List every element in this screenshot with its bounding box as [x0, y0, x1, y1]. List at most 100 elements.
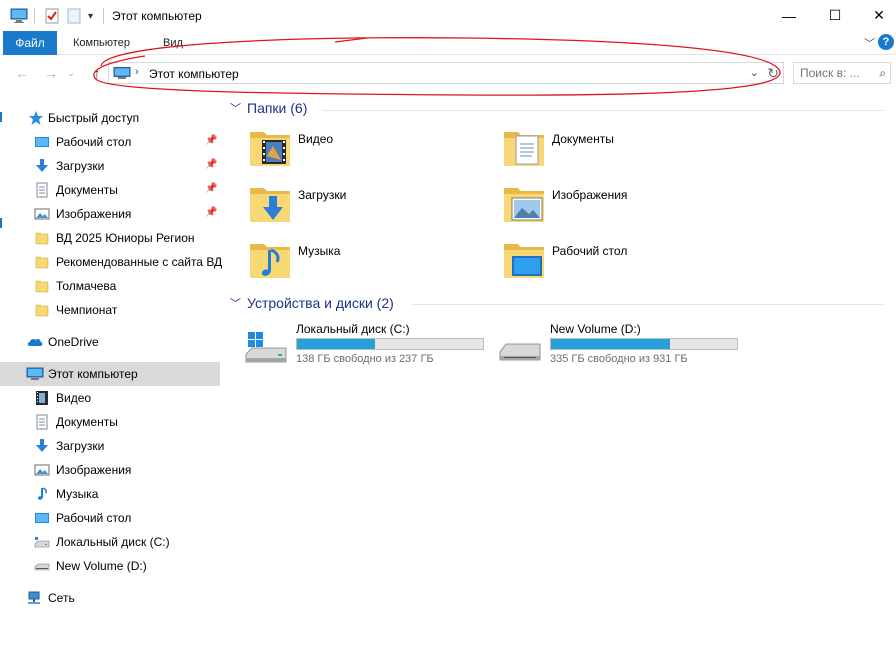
sidebar-item-music[interactable]: Музыка — [0, 482, 220, 506]
tab-view[interactable]: Вид — [163, 31, 183, 55]
video-folder-icon — [250, 132, 290, 166]
pin-icon[interactable]: 📌 — [205, 159, 217, 170]
title-bar: ▾ Этот компьютер — ☐ ✕ — [0, 0, 896, 31]
downloads-icon — [34, 158, 50, 174]
breadcrumb-arrow-icon[interactable]: › — [135, 66, 139, 78]
maximize-button[interactable]: ☐ — [812, 0, 858, 31]
sidebar-item-drive-d[interactable]: New Volume (D:) — [0, 554, 220, 578]
sidebar-item-this-pc[interactable]: Этот компьютер — [0, 362, 220, 386]
drive-c[interactable]: Локальный диск (C:) 138 ГБ свободно из 2… — [244, 322, 494, 370]
desktop-folder-icon — [504, 244, 544, 278]
ribbon: Файл Компьютер Вид ﹀ ? — [0, 31, 896, 55]
folders-group-header[interactable]: ﹀ Папки (6) — [230, 100, 307, 116]
drive-usage-bar — [550, 338, 738, 350]
sidebar-item-quick-access[interactable]: Быстрый доступ — [0, 106, 220, 130]
new-folder-icon[interactable] — [66, 7, 82, 25]
folder-pictures[interactable]: Изображения — [502, 182, 752, 234]
sidebar-item-desktop[interactable]: Рабочий стол 📌 — [0, 130, 220, 154]
sidebar-item-pictures[interactable]: Изображения 📌 — [0, 202, 220, 226]
folder-documents[interactable]: Документы — [502, 126, 752, 178]
minimize-button[interactable]: — — [766, 0, 812, 31]
documents-icon — [34, 182, 50, 198]
sidebar-item-label: Загрузки — [56, 159, 105, 173]
folder-name: Изображения — [552, 188, 628, 202]
group-divider — [412, 304, 884, 305]
sidebar-item-drive-c[interactable]: Локальный диск (C:) — [0, 530, 220, 554]
sidebar-item-label: Чемпионат — [56, 303, 118, 317]
pin-icon[interactable]: 📌 — [205, 135, 217, 146]
group-title: Устройства и диски (2) — [247, 295, 394, 311]
folder-downloads[interactable]: Загрузки — [248, 182, 498, 234]
downloads-icon — [34, 438, 50, 454]
sidebar-item-label: Рекомендованные с сайта ВД — [56, 255, 223, 269]
group-title: Папки (6) — [247, 100, 308, 116]
sidebar-item-label: Этот компьютер — [48, 367, 138, 381]
sidebar-item-folder[interactable]: Чемпионат — [0, 298, 220, 322]
music-icon — [34, 486, 50, 502]
sidebar-item-onedrive[interactable]: OneDrive — [0, 330, 220, 354]
folder-name: Музыка — [298, 244, 341, 258]
sidebar-item-desktop[interactable]: Рабочий стол — [0, 506, 220, 530]
refresh-icon[interactable]: ↻ — [767, 65, 779, 82]
pin-icon[interactable]: 📌 — [205, 207, 217, 218]
sidebar-item-folder[interactable]: Рекомендованные с сайта ВД — [0, 250, 223, 274]
cloud-icon — [26, 334, 43, 350]
drive-usage-fill — [551, 339, 671, 349]
this-pc-icon[interactable] — [10, 7, 28, 25]
drive-d[interactable]: New Volume (D:) 335 ГБ свободно из 931 Г… — [498, 322, 748, 370]
folder-name: Документы — [552, 132, 614, 146]
customize-toolbar-icon[interactable]: ▾ — [88, 7, 93, 25]
sidebar-item-pictures[interactable]: Изображения — [0, 458, 220, 482]
navigation-pane: Быстрый доступ Рабочий стол 📌 Загрузки 📌… — [0, 98, 222, 663]
folder-icon — [34, 278, 50, 294]
sidebar-item-label: OneDrive — [48, 335, 99, 349]
search-input[interactable] — [800, 66, 868, 80]
drive-free-space: 335 ГБ свободно из 931 ГБ — [550, 353, 688, 365]
content-pane: ﹀ Папки (6) Видео Документы Загрузки Изо… — [222, 98, 896, 663]
sidebar-item-downloads[interactable]: Загрузки — [0, 434, 220, 458]
window-title: Этот компьютер — [112, 9, 202, 23]
pin-icon[interactable]: 📌 — [205, 183, 217, 194]
sidebar-item-video[interactable]: Видео — [0, 386, 220, 410]
network-icon — [26, 590, 42, 606]
folder-icon — [34, 302, 50, 318]
sidebar-item-label: Документы — [56, 415, 118, 429]
ribbon-expand-icon[interactable]: ﹀ — [864, 35, 875, 51]
address-bar[interactable]: › Этот компьютер ⌄ ↻ — [108, 62, 784, 84]
drive-d-icon — [499, 343, 541, 361]
tab-file[interactable]: Файл — [3, 31, 57, 55]
sidebar-item-label: Рабочий стол — [56, 135, 132, 149]
breadcrumb[interactable]: Этот компьютер — [149, 67, 239, 81]
this-pc-icon — [113, 67, 131, 83]
sidebar-item-documents[interactable]: Документы — [0, 410, 220, 434]
back-arrow-icon[interactable]: ← — [11, 62, 33, 84]
sidebar-item-folder[interactable]: Толмачева — [0, 274, 220, 298]
sidebar-item-label: New Volume (D:) — [56, 559, 147, 573]
sidebar-item-label: ВД 2025 Юниоры Регион — [56, 231, 195, 245]
drives-group-header[interactable]: ﹀ Устройства и диски (2) — [230, 295, 394, 311]
search-icon[interactable]: ⌕ — [879, 66, 886, 81]
tab-computer[interactable]: Компьютер — [73, 31, 130, 55]
address-dropdown-icon[interactable]: ⌄ — [750, 66, 759, 79]
forward-arrow-icon[interactable]: → — [40, 62, 62, 84]
up-arrow-icon[interactable]: ↑ — [86, 62, 108, 84]
search-box[interactable]: ⌕ — [793, 62, 891, 84]
folder-video[interactable]: Видео — [248, 126, 498, 178]
sidebar-item-network[interactable]: Сеть — [0, 586, 220, 610]
close-button[interactable]: ✕ — [856, 0, 896, 31]
sidebar-item-label: Сеть — [48, 591, 75, 605]
downloads-folder-icon — [250, 188, 290, 222]
properties-icon[interactable] — [44, 7, 60, 25]
folder-desktop[interactable]: Рабочий стол — [502, 238, 752, 290]
folder-music[interactable]: Музыка — [248, 238, 498, 290]
star-icon — [28, 110, 44, 126]
recent-locations-icon[interactable]: ⌄ — [64, 62, 78, 84]
sidebar-item-folder[interactable]: ВД 2025 Юниоры Регион — [0, 226, 220, 250]
help-button[interactable]: ? — [878, 34, 894, 50]
collapse-chevron-icon[interactable]: ﹀ — [230, 295, 241, 311]
pictures-icon — [34, 206, 50, 222]
collapse-chevron-icon[interactable]: ﹀ — [230, 100, 241, 116]
navigation-bar: ← → ⌄ ↑ › Этот компьютер ⌄ ↻ ⌕ — [0, 56, 896, 92]
sidebar-item-downloads[interactable]: Загрузки 📌 — [0, 154, 220, 178]
sidebar-item-documents[interactable]: Документы 📌 — [0, 178, 220, 202]
